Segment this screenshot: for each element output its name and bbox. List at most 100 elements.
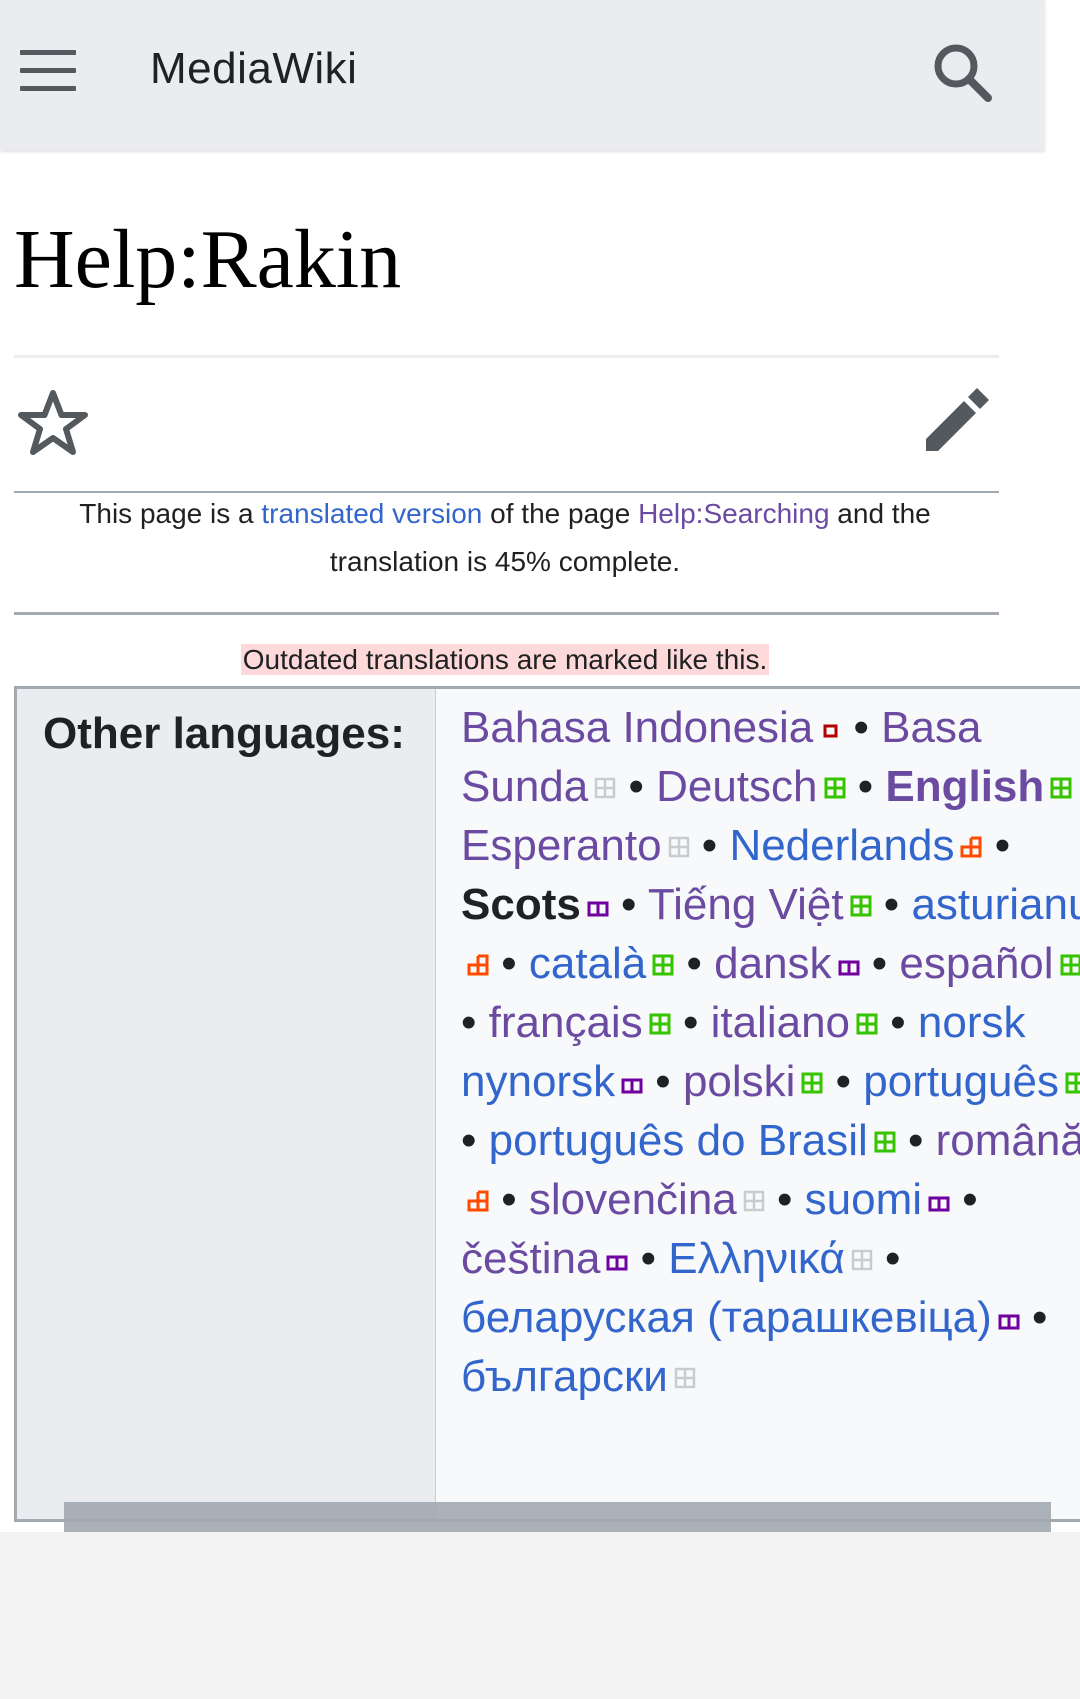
language-separator: • [461,1116,489,1165]
translation-status-icon [1050,756,1072,799]
translation-status-icon [801,1051,823,1094]
language-link[interactable]: dansk [714,939,831,988]
language-separator: • [982,821,1011,870]
language-separator: • [845,762,886,811]
translation-status-icon [467,1169,489,1212]
language-separator: • [489,1175,529,1224]
translation-notice: This page is a translated version of the… [30,490,980,586]
language-link[interactable]: català [529,939,646,988]
language-separator: • [878,998,918,1047]
language-link[interactable]: slovenčina [529,1175,737,1224]
language-link[interactable]: français [489,998,643,1047]
language-item: polski [683,1057,824,1106]
language-link[interactable]: polski [683,1057,796,1106]
language-link[interactable]: português [863,1057,1059,1106]
translation-status-icon [960,815,982,858]
translation-status-icon [467,933,489,976]
language-separator: • [616,762,657,811]
language-link[interactable]: Ελληνικά [668,1234,845,1283]
translation-status-icon [838,933,860,976]
hamburger-menu-icon[interactable] [18,50,78,96]
bottom-bar [0,1532,1080,1699]
translation-status-icon [819,697,841,738]
site-brand[interactable]: MediaWiki [150,44,357,94]
other-languages-label-cell: Other languages: [17,689,436,1519]
translation-status-icon [587,874,609,917]
translation-status-icon [621,1051,643,1094]
language-item: português [863,1057,1080,1106]
language-link[interactable]: беларуская (тарашкевіца) [461,1293,992,1342]
top-header: MediaWiki [0,0,1045,150]
language-separator: • [689,821,730,870]
translation-status-icon [856,992,878,1035]
language-separator: • [608,880,648,929]
language-separator: • [628,1234,669,1283]
language-link[interactable]: Esperanto [461,821,662,870]
language-link[interactable]: Scots [461,880,581,929]
language-link[interactable]: română [936,1116,1080,1165]
language-link[interactable]: Tiếng Việt [648,880,844,929]
translation-status-icon [998,1287,1020,1330]
language-link[interactable]: italiano [711,998,850,1047]
translation-status-icon [928,1169,950,1212]
language-link[interactable]: asturianu [911,880,1080,929]
language-separator: • [841,703,882,752]
title-divider [14,355,999,358]
language-item: slovenčina [529,1175,765,1224]
language-link[interactable]: English [885,762,1044,811]
language-separator: • [1019,1293,1048,1342]
language-separator: • [670,998,711,1047]
language-item: español [899,939,1080,988]
translation-status-icon [743,1169,765,1212]
translated-version-link[interactable]: translated version [261,498,482,529]
translation-status-icon [649,992,671,1035]
language-separator: • [823,1057,864,1106]
language-separator: • [895,1116,936,1165]
language-item: dansk [714,939,860,988]
language-separator: • [871,880,912,929]
language-separator: • [950,1175,978,1224]
translation-status-icon [594,756,616,799]
language-item: čeština [461,1234,628,1283]
language-link[interactable]: Nederlands [729,821,954,870]
star-icon[interactable] [16,388,90,462]
translation-status-icon [668,815,690,858]
translation-status-icon [606,1228,628,1271]
language-separator: • [643,1057,683,1106]
pencil-icon[interactable] [920,385,992,457]
language-separator: • [674,939,715,988]
language-item: беларуская (тарашкевіца) [461,1293,1020,1342]
notice-divider [14,612,999,615]
language-item: italiano [711,998,878,1047]
language-separator: • [859,939,900,988]
translation-status-icon [674,1346,696,1389]
source-page-link[interactable]: Help:Searching [638,498,829,529]
language-item: Esperanto [461,821,690,870]
language-item: català [529,939,674,988]
search-icon[interactable] [930,40,996,106]
translation-status-icon [824,756,846,799]
language-link[interactable]: español [899,939,1053,988]
notice-prefix: This page is a [79,498,262,529]
outdated-legend: Outdated translations are marked like th… [0,640,1010,680]
language-item: Deutsch [656,762,846,811]
language-link[interactable]: Deutsch [656,762,817,811]
language-link[interactable]: български [461,1352,668,1401]
outdated-note: Outdated translations are marked like th… [240,644,770,675]
page-title: Help:Rakin [14,213,402,306]
language-item: français [489,998,671,1047]
translation-status-icon [851,1228,873,1271]
horizontal-scrollbar[interactable] [64,1502,1051,1532]
language-item: Bahasa Indonesia [461,703,841,752]
language-separator: • [872,1234,901,1283]
translation-status-icon [874,1110,896,1153]
language-separator: • [489,939,529,988]
other-languages-box: Other languages: Bahasa Indonesia • Basa… [14,686,1080,1522]
language-link[interactable]: português do Brasil [489,1116,868,1165]
translation-status-icon [652,933,674,976]
language-link[interactable]: čeština [461,1234,600,1283]
language-list: Bahasa Indonesia • Basa Sunda • Deutsch … [461,697,1080,1405]
language-link[interactable]: suomi [805,1175,922,1224]
translation-status-icon [1065,1051,1080,1094]
language-link[interactable]: Bahasa Indonesia [461,703,813,752]
